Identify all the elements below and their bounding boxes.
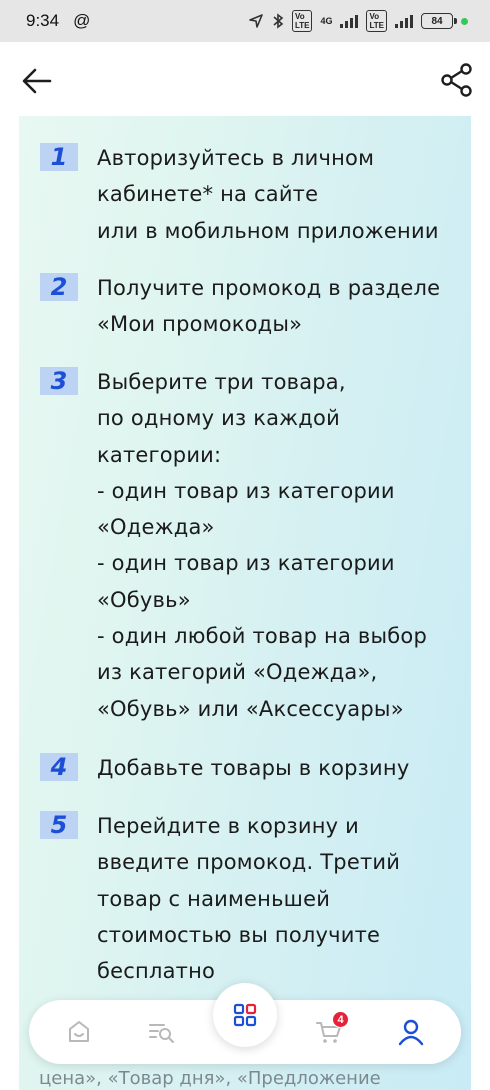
signal-icon-2 (395, 15, 413, 28)
battery-icon: 84 (421, 13, 457, 29)
step-text: Добавьте товары в корзину (97, 756, 410, 780)
status-at: @ (73, 11, 91, 30)
step-number: 1 (40, 143, 78, 171)
step-text: Перейдите в корзину и введите промокод. … (97, 814, 401, 984)
status-right: Vo LTE 4G Vo LTE 84 (248, 10, 468, 32)
step-text: Получите промокод в разделе «Мои промоко… (97, 276, 441, 337)
step-number: 2 (40, 273, 78, 301)
step-number: 3 (40, 367, 78, 395)
nav-catalog-button[interactable] (213, 983, 277, 1047)
partial-footer-text: цена», «Товар дня», «Предложение (39, 1068, 381, 1089)
step-number: 4 (40, 753, 78, 781)
bluetooth-icon (273, 13, 284, 29)
step-text: Авторизуйтесь в личном кабинете* на сайт… (97, 146, 439, 243)
location-icon (249, 14, 263, 28)
nav-profile[interactable] (393, 1014, 429, 1050)
battery-level: 84 (431, 15, 443, 27)
search-list-icon (149, 1024, 174, 1043)
volte-icon-2: Vo LTE (366, 10, 387, 32)
nav-search[interactable] (143, 1014, 179, 1050)
privacy-dot (461, 17, 468, 25)
profile-icon (398, 1019, 424, 1046)
status-left: 9:34 @ (26, 11, 90, 31)
cart-icon-wrap: 4 (315, 1011, 349, 1045)
status-time: 9:34 (26, 11, 60, 30)
arrow-left-icon (22, 68, 52, 94)
network-type: 4G (320, 16, 333, 26)
app-header (0, 42, 490, 116)
promo-instructions-card: 1 Авторизуйтесь в личном кабинете* на са… (19, 116, 471, 1090)
nav-cart[interactable]: 4 (311, 1011, 349, 1050)
status-bar: 9:34 @ Vo LTE 4G Vo LTE 84 (0, 0, 490, 42)
step-number: 5 (40, 811, 78, 839)
volte-icon: Vo LTE (291, 10, 313, 32)
nav-home[interactable] (61, 1014, 97, 1050)
catalog-grid-icon (233, 1003, 257, 1027)
back-button[interactable] (20, 64, 54, 98)
signal-icon (340, 15, 359, 28)
step-text: Выберите три товара, по одному из каждой… (97, 370, 427, 721)
cart-count-badge: 4 (332, 1011, 349, 1028)
home-icon (69, 1021, 89, 1042)
share-button[interactable] (440, 62, 474, 98)
share-icon (441, 63, 472, 97)
